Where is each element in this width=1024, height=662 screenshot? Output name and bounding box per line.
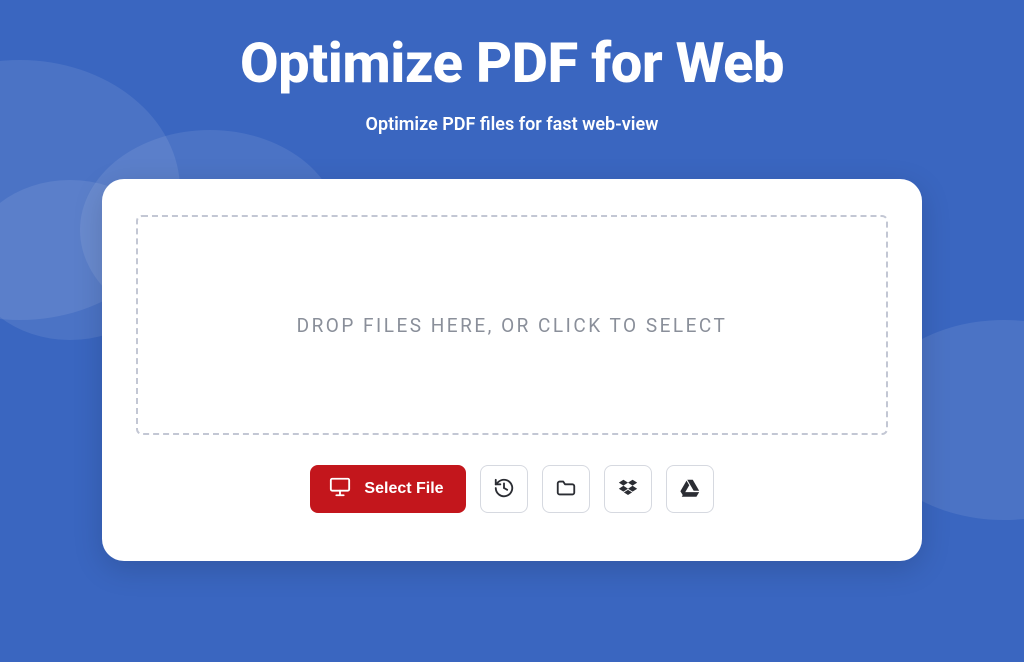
upload-actions-row: Select File	[310, 465, 713, 513]
monitor-icon	[328, 476, 352, 503]
dropzone-label: DROP FILES HERE, OR CLICK TO SELECT	[297, 314, 728, 337]
select-file-button[interactable]: Select File	[310, 465, 465, 513]
dropbox-button[interactable]	[604, 465, 652, 513]
history-icon	[493, 477, 515, 502]
select-file-label: Select File	[364, 480, 443, 498]
page-subtitle: Optimize PDF files for fast web-view	[366, 114, 659, 135]
dropbox-icon	[617, 477, 639, 502]
history-button[interactable]	[480, 465, 528, 513]
google-drive-icon	[679, 477, 701, 502]
page-title: Optimize PDF for Web	[240, 30, 784, 96]
upload-card: DROP FILES HERE, OR CLICK TO SELECT Sele…	[102, 179, 922, 561]
folder-button[interactable]	[542, 465, 590, 513]
file-dropzone[interactable]: DROP FILES HERE, OR CLICK TO SELECT	[136, 215, 888, 435]
folder-icon	[555, 477, 577, 502]
google-drive-button[interactable]	[666, 465, 714, 513]
